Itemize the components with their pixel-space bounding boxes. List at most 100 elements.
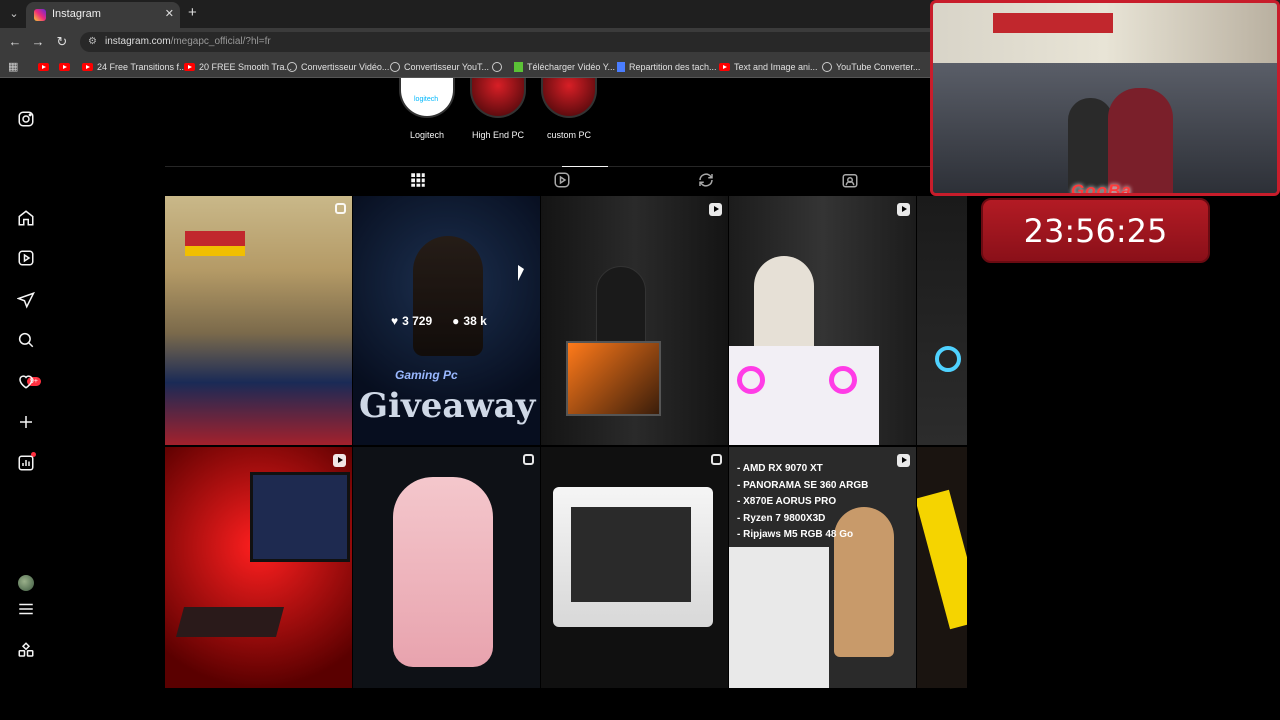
spec-line: - Ryzen 7 9800X3D <box>737 512 826 524</box>
dashboard-icon[interactable] <box>17 454 35 472</box>
person-silhouette <box>1068 98 1113 193</box>
globe-icon <box>492 62 502 72</box>
cam-ceiling <box>933 3 1277 63</box>
highlight-cover <box>541 78 597 118</box>
highlight-custom-pc[interactable]: custom PC <box>539 78 599 140</box>
bookmark-item[interactable]: Repartition des tach... <box>617 60 717 74</box>
doc-icon <box>617 62 625 72</box>
carousel-icon <box>711 454 722 465</box>
tab-posts-grid-icon[interactable] <box>409 171 427 189</box>
highlight-logitech-cover: logitech <box>399 78 455 118</box>
active-tab-indicator <box>562 166 608 167</box>
youtube-icon <box>184 63 195 71</box>
url-host: instagram.com <box>105 36 171 47</box>
new-tab-button[interactable]: + <box>188 5 197 21</box>
home-icon[interactable] <box>17 209 35 227</box>
tab-reels-icon[interactable] <box>553 171 571 189</box>
post-tile-partial[interactable] <box>917 447 967 688</box>
spec-line: - X870E AORUS PRO <box>737 496 837 507</box>
highlight-logitech[interactable]: logitech Logitech <box>397 78 457 140</box>
site-info-icon[interactable]: ⚙ <box>88 36 100 48</box>
likes-count: ♥ 3 729 <box>391 314 433 328</box>
post-title: Giveaway <box>359 386 536 426</box>
bookmark-item[interactable] <box>59 60 74 74</box>
apps-grid-icon[interactable]: ▦ <box>8 61 18 73</box>
carousel-icon <box>523 454 534 465</box>
product-box <box>917 489 967 630</box>
post-tile[interactable] <box>729 196 916 445</box>
fan-decor <box>935 346 961 372</box>
search-icon[interactable] <box>17 331 35 349</box>
bookmark-item[interactable]: Télécharger Vidéo Y... <box>514 60 615 74</box>
reel-icon <box>897 203 910 216</box>
highlight-high-end-pc[interactable]: High End PC <box>468 78 528 140</box>
spec-line: - PANORAMA SE 360 ARGB <box>737 479 869 491</box>
menu-hamburger-icon[interactable] <box>17 600 35 618</box>
bookmark-item[interactable]: Convertisseur Vidéo... <box>287 60 389 74</box>
post-tile[interactable] <box>541 196 728 445</box>
tab-reposts-icon[interactable] <box>697 171 715 189</box>
streamer-tag: GooBa <box>1071 181 1132 196</box>
url-input[interactable]: ⚙ instagram.com/megapc_official/?hl=fr <box>80 32 940 52</box>
also-from-meta-icon[interactable] <box>17 641 35 659</box>
chair-decor <box>393 477 493 667</box>
flag-decor <box>185 231 245 246</box>
fan-decor <box>737 366 765 394</box>
pc-case <box>566 341 661 416</box>
reload-icon[interactable]: ↻ <box>54 34 70 50</box>
monitor-decor <box>250 472 350 562</box>
globe-icon <box>287 62 297 72</box>
bookmark-item[interactable]: 20 FREE Smooth Tra... <box>184 60 292 74</box>
globe-icon <box>822 62 832 72</box>
gpu-box <box>729 547 829 688</box>
forward-icon[interactable]: → <box>30 34 46 50</box>
highlight-label: High End PC <box>471 130 525 140</box>
heart-icon: ♥ <box>391 314 399 328</box>
reel-icon <box>709 203 722 216</box>
person-silhouette <box>754 256 814 356</box>
posts-grid: ♥ 3 729 ● 38 k Gaming Pc Giveaway - AMD … <box>165 196 967 688</box>
bookmark-item[interactable] <box>492 60 506 74</box>
tab-search-icon[interactable]: ⌄ <box>6 6 22 22</box>
profile-tabs <box>165 166 967 196</box>
instagram-favicon-icon <box>34 9 46 21</box>
profile-avatar[interactable] <box>18 575 34 591</box>
carousel-icon <box>335 203 346 214</box>
tab-tagged-icon[interactable] <box>841 171 859 189</box>
banner-decor <box>993 13 1113 33</box>
reels-icon[interactable] <box>17 249 35 267</box>
youtube-icon <box>82 63 93 71</box>
post-tile[interactable] <box>353 447 540 688</box>
youtube-icon <box>719 63 730 71</box>
reel-icon <box>333 454 346 467</box>
bookmark-item[interactable]: 24 Free Transitions f... <box>82 60 187 74</box>
bookmark-item[interactable] <box>38 60 53 74</box>
close-tab-icon[interactable]: ✕ <box>165 7 174 20</box>
post-tile[interactable] <box>165 447 352 688</box>
post-tile-partial[interactable] <box>917 196 967 445</box>
post-tile-hovered[interactable]: ♥ 3 729 ● 38 k Gaming Pc Giveaway <box>353 196 540 445</box>
notifications-heart-icon[interactable] <box>17 372 35 390</box>
spec-line: - AMD RX 9070 XT <box>737 463 823 474</box>
instagram-logo-icon[interactable] <box>17 110 35 128</box>
mouse-cursor <box>518 265 524 281</box>
fan-decor <box>829 366 857 394</box>
post-tile[interactable]: - AMD RX 9070 XT - PANORAMA SE 360 ARGB … <box>729 447 916 688</box>
post-stats: ♥ 3 729 ● 38 k <box>391 314 487 328</box>
youtube-icon <box>38 63 49 71</box>
bookmark-item[interactable]: Text and Image ani... <box>719 60 818 74</box>
back-icon[interactable]: ← <box>7 34 23 50</box>
messages-icon[interactable] <box>16 291 35 309</box>
instagram-sidebar: 9+ <box>0 78 52 688</box>
url-path: /megapc_official/?hl=fr <box>170 36 271 47</box>
comment-icon: ● <box>452 314 460 328</box>
bookmark-item[interactable]: Convertisseur YouT... <box>390 60 489 74</box>
flag-decor <box>185 246 245 256</box>
highlight-cover <box>470 78 526 118</box>
post-tile[interactable] <box>541 447 728 688</box>
bookmark-item[interactable]: YouTube Converter... <box>822 60 920 74</box>
reel-icon <box>897 454 910 467</box>
post-tile[interactable] <box>165 196 352 445</box>
create-plus-icon[interactable] <box>17 413 35 431</box>
tab-instagram[interactable]: Instagram ✕ <box>26 2 180 28</box>
